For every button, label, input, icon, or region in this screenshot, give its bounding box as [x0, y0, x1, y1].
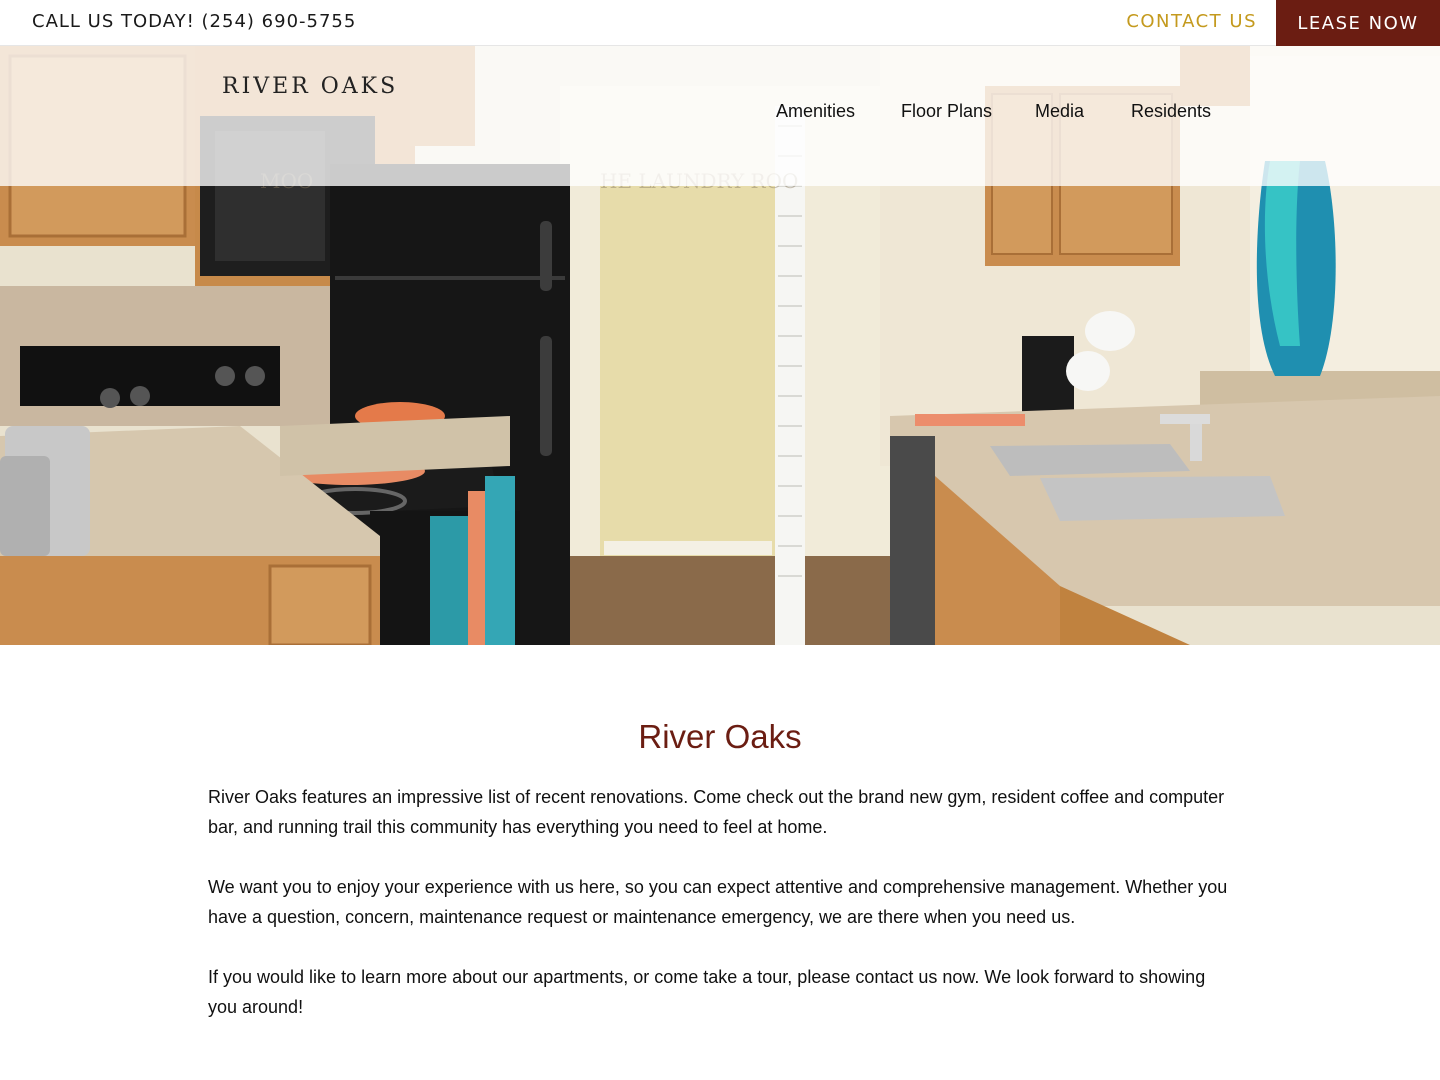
contact-paragraph: If you would like to learn more about ou… [208, 967, 1206, 1017]
call-us-text[interactable]: CALL US TODAY! (254) 690-5755 [32, 11, 356, 32]
nav-item-residents[interactable]: Residents [1131, 101, 1211, 122]
management-paragraph: We want you to enjoy your experience wit… [208, 877, 1228, 927]
nav-item-media[interactable]: Media [1035, 101, 1084, 122]
main-header [0, 46, 1440, 186]
top-bar: CALL US TODAY! (254) 690-5755 CONTACT US… [0, 0, 1440, 46]
intro-paragraph: River Oaks features an impressive list o… [208, 787, 1225, 837]
contact-us-link[interactable]: CONTACT US [1126, 11, 1257, 32]
page-title: River Oaks [638, 718, 802, 755]
nav-item-floor-plans[interactable]: Floor Plans [901, 101, 992, 122]
site-logo[interactable]: RIVER OAKS [222, 74, 398, 99]
nav-item-amenities[interactable]: Amenities [776, 101, 855, 122]
lease-now-button[interactable]: LEASE NOW [1276, 0, 1440, 46]
